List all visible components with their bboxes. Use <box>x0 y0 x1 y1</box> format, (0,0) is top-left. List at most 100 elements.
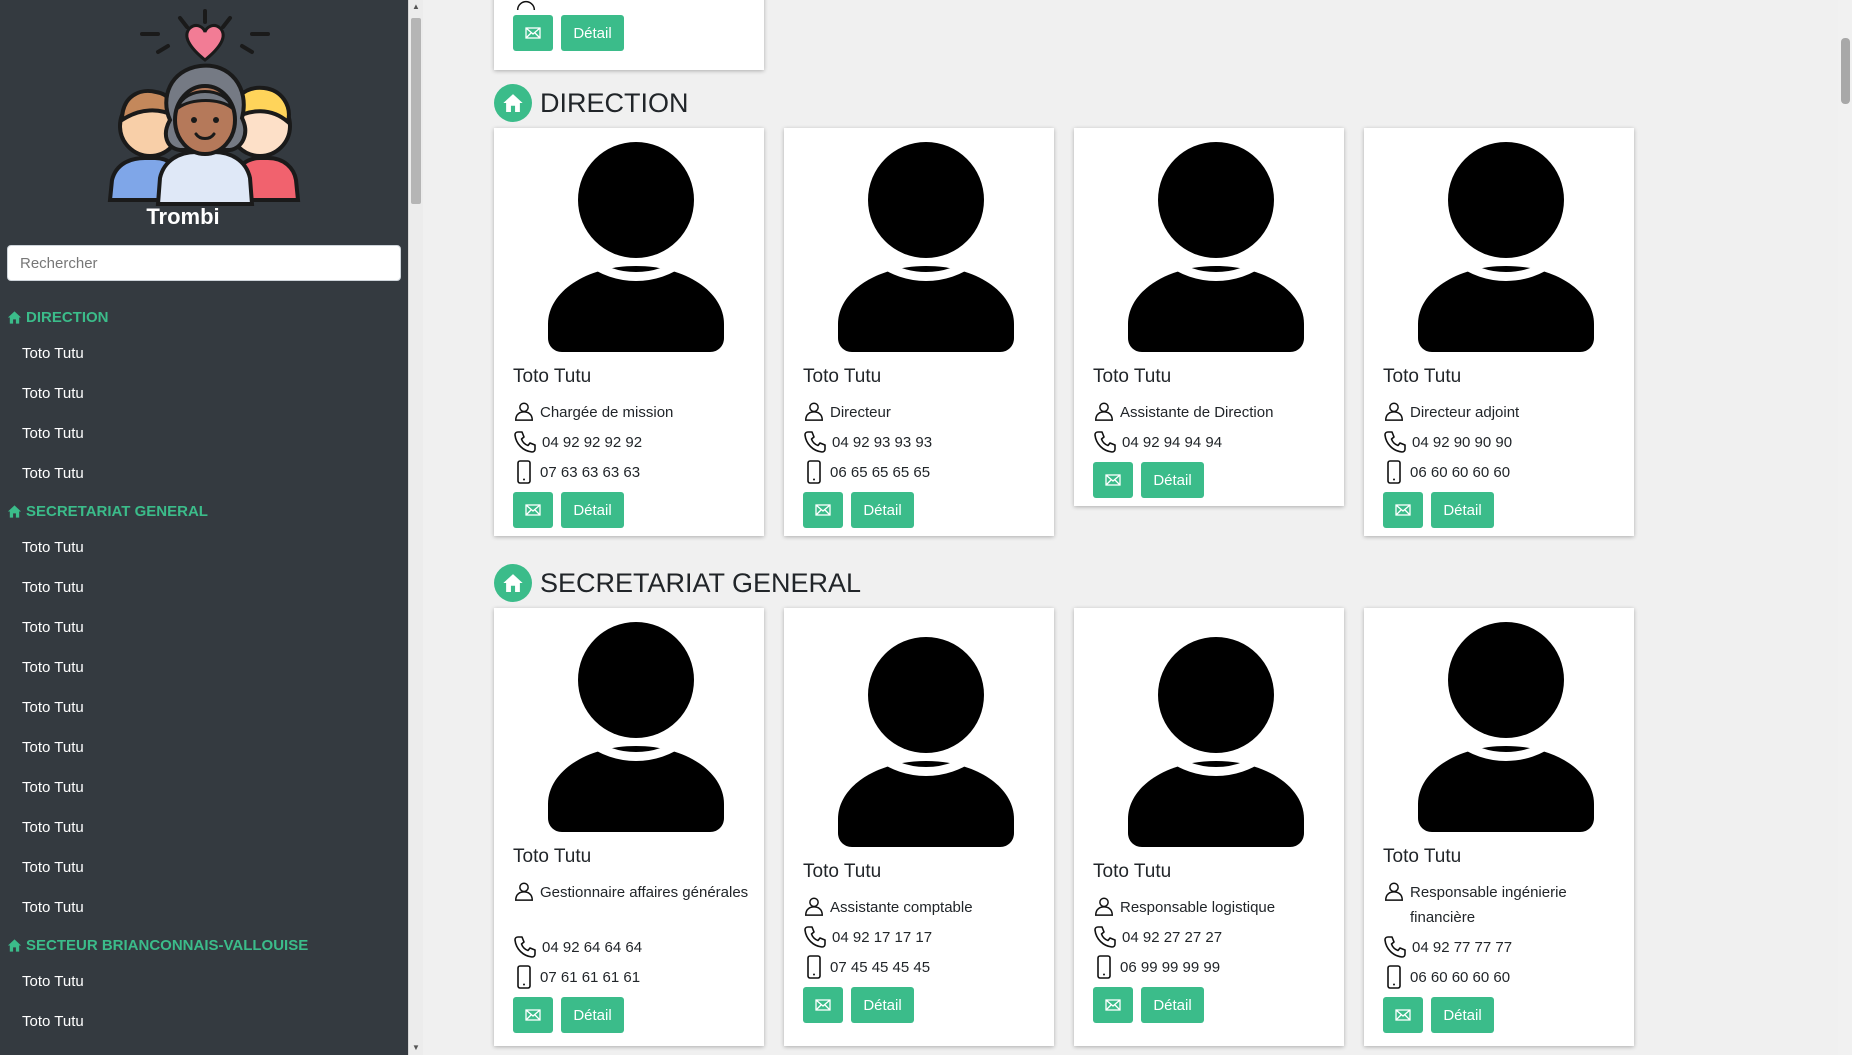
scroll-down-icon[interactable]: ▼ <box>412 1043 420 1052</box>
sidebar-item[interactable]: Toto Tutu <box>0 768 408 808</box>
person-icon <box>516 0 536 10</box>
sidebar-item[interactable]: Toto Tutu <box>0 648 408 688</box>
sidebar-item[interactable]: Toto Tutu <box>0 962 408 1002</box>
email-button[interactable] <box>513 492 553 528</box>
role-row: Responsable ingénierie financière <box>1383 880 1623 930</box>
sidebar-item[interactable]: Toto Tutu <box>0 728 408 768</box>
avatar-placeholder-icon <box>548 142 724 352</box>
person-name: Toto Tutu <box>1383 366 1462 387</box>
person-card: Toto Tutu Assistante comptable 04 92 17 17… <box>784 608 1054 1046</box>
mobile-row: 07 45 45 45 45 <box>803 955 1043 980</box>
page-scrollbar[interactable] <box>1838 0 1852 1055</box>
person-role: Gestionnaire affaires générales <box>540 884 749 901</box>
sidebar-item[interactable]: Toto Tutu <box>0 608 408 648</box>
avatar <box>784 128 1054 358</box>
person-name: Toto Tutu <box>513 366 592 387</box>
avatar-placeholder-icon <box>1128 637 1304 847</box>
phone-icon <box>804 431 826 453</box>
home-icon <box>7 310 22 324</box>
mobile-row: 07 63 63 63 63 <box>513 460 753 485</box>
sidebar-scroll-thumb[interactable] <box>411 18 421 204</box>
sidebar-item[interactable]: Toto Tutu <box>0 528 408 568</box>
envelope-icon <box>1105 999 1121 1011</box>
avatar <box>1364 608 1634 838</box>
mobile-row: 07 61 61 61 61 <box>513 965 753 990</box>
person-card: Toto Tutu Directeur 04 92 93 93 93 06 65 65… <box>784 128 1054 536</box>
section-title-text: SECRETARIAT GENERAL <box>540 567 862 598</box>
person-icon <box>805 897 823 916</box>
person-name: Toto Tutu <box>803 366 882 387</box>
sidebar-item[interactable]: Toto Tutu <box>0 414 408 454</box>
detail-button[interactable]: Détail <box>851 987 914 1023</box>
detail-button[interactable]: Détail <box>1431 492 1494 528</box>
main-content: Détail DIRECTION Toto Tutu Chargée de miss… <box>422 0 1838 1055</box>
detail-button[interactable]: Détail <box>1431 997 1494 1033</box>
mobile-number: 06 60 60 60 60 <box>1410 464 1511 481</box>
sidebar-nav: DIRECTION Toto Tutu Toto Tutu Toto Tutu Toto… <box>0 300 408 1042</box>
detail-button[interactable]: Détail <box>561 997 624 1033</box>
person-card: Toto Tutu Directeur adjoint 04 92 90 90 90… <box>1364 128 1634 536</box>
scroll-up-icon[interactable]: ▲ <box>412 2 420 11</box>
detail-button[interactable]: Détail <box>1141 462 1204 498</box>
detail-button[interactable]: Détail <box>1141 987 1204 1023</box>
email-button[interactable] <box>1383 492 1423 528</box>
email-button[interactable] <box>1093 987 1133 1023</box>
sidebar-section-header[interactable]: SECTEUR BRIANCONNAIS-VALLOUISE <box>0 928 408 962</box>
person-icon <box>1095 897 1113 916</box>
sidebar-item[interactable]: Toto Tutu <box>0 688 408 728</box>
sidebar-item[interactable]: Toto Tutu <box>0 808 408 848</box>
envelope-icon <box>815 999 831 1011</box>
sidebar-section-header[interactable]: DIRECTION <box>0 300 408 334</box>
phone-row: 04 92 77 77 77 <box>1383 935 1623 960</box>
person-icon <box>1095 402 1113 421</box>
role-row: Assistante de Direction <box>1093 400 1333 425</box>
search-input[interactable] <box>7 245 401 281</box>
sidebar-item[interactable]: Toto Tutu <box>0 334 408 374</box>
mobile-number: 07 61 61 61 61 <box>540 969 641 986</box>
avatar <box>784 623 1054 853</box>
phone-icon <box>1094 926 1116 948</box>
sidebar-item[interactable]: Toto Tutu <box>0 374 408 414</box>
envelope-icon <box>525 1009 541 1021</box>
detail-button[interactable]: Détail <box>561 492 624 528</box>
section-title-text: DIRECTION <box>540 87 689 118</box>
avatar-placeholder-icon <box>1418 622 1594 832</box>
mobile-phone-icon <box>807 460 821 484</box>
page-scroll-thumb[interactable] <box>1841 38 1850 104</box>
phone-icon <box>1384 431 1406 453</box>
sidebar-scrollbar[interactable]: ▲ ▼ <box>408 0 423 1055</box>
detail-button[interactable]: Détail <box>851 492 914 528</box>
phone-number: 04 92 94 94 94 <box>1122 434 1223 451</box>
mobile-number: 06 65 65 65 65 <box>830 464 931 481</box>
avatar-placeholder-icon <box>548 622 724 832</box>
envelope-icon <box>1395 504 1411 516</box>
mobile-phone-icon <box>807 955 821 979</box>
person-role: Assistante de Direction <box>1120 404 1274 421</box>
sidebar-item[interactable]: Toto Tutu <box>0 1002 408 1042</box>
person-role: Assistante comptable <box>830 899 973 916</box>
email-button[interactable] <box>513 15 553 51</box>
envelope-icon <box>525 27 541 39</box>
email-button[interactable] <box>1383 997 1423 1033</box>
avatar-placeholder-icon <box>838 637 1014 847</box>
role-row: Gestionnaire affaires générales <box>513 880 753 905</box>
detail-button[interactable]: Détail <box>561 15 624 51</box>
home-icon <box>7 938 22 952</box>
avatar <box>494 608 764 838</box>
person-card: Toto Tutu Gestionnaire affaires générales… <box>494 608 764 1046</box>
email-button[interactable] <box>513 997 553 1033</box>
mobile-phone-icon <box>1097 955 1111 979</box>
person-role: Directeur adjoint <box>1410 404 1520 421</box>
sidebar-item[interactable]: Toto Tutu <box>0 568 408 608</box>
envelope-icon <box>1395 1009 1411 1021</box>
home-icon <box>503 94 523 112</box>
person-role: Chargée de mission <box>540 404 674 421</box>
sidebar-item[interactable]: Toto Tutu <box>0 848 408 888</box>
sidebar-item[interactable]: Toto Tutu <box>0 888 408 928</box>
email-button[interactable] <box>1093 462 1133 498</box>
phone-number: 04 92 27 27 27 <box>1122 929 1223 946</box>
email-button[interactable] <box>803 987 843 1023</box>
email-button[interactable] <box>803 492 843 528</box>
sidebar-item[interactable]: Toto Tutu <box>0 454 408 494</box>
sidebar-section-header[interactable]: SECRETARIAT GENERAL <box>0 494 408 528</box>
